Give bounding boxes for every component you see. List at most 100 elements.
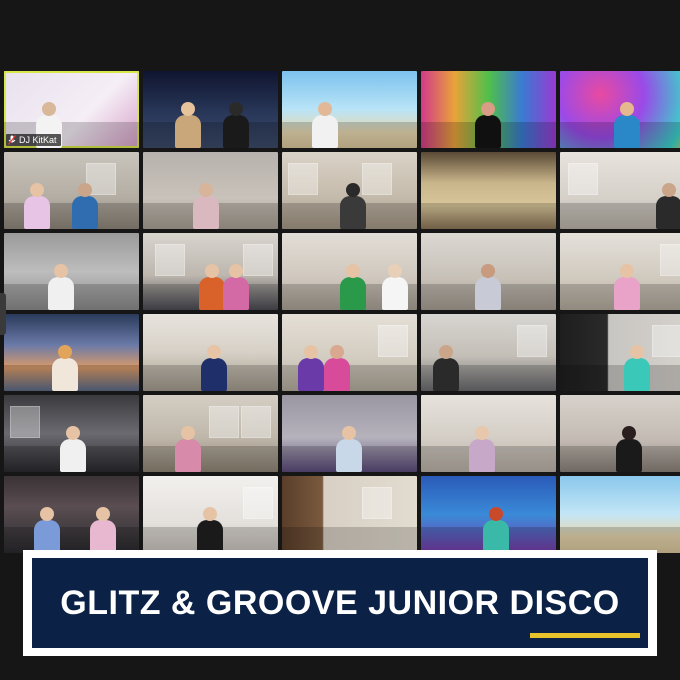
grey-curtains-dancer-tile[interactable]	[4, 233, 139, 310]
room-window	[209, 405, 239, 439]
participant-figure	[199, 345, 229, 391]
participant-body	[60, 439, 86, 472]
participant-body	[52, 358, 78, 391]
green-shirt-and-sunglasses-tile[interactable]	[282, 233, 417, 310]
participant-body	[201, 358, 227, 391]
toddler-couch-tile[interactable]	[143, 314, 278, 391]
study-room-girl-tile[interactable]	[4, 395, 139, 472]
participant-head	[66, 426, 80, 440]
beach-background-boy-tile[interactable]	[282, 71, 417, 148]
room-window	[378, 324, 408, 358]
open-plan-kitchen-tile[interactable]	[421, 314, 556, 391]
participant-head	[475, 426, 489, 440]
participant-name: DJ KitKat	[19, 135, 57, 145]
girl-pink-dress-living-room-tile[interactable]	[4, 152, 139, 229]
participant-head	[205, 264, 219, 278]
participant-figure	[338, 264, 368, 310]
participant-body	[483, 520, 509, 553]
participant-body	[433, 358, 459, 391]
sequin-background-yellow-hat-tile[interactable]	[560, 71, 680, 148]
participant-head	[304, 345, 318, 359]
beach-background-tile[interactable]	[560, 476, 680, 553]
mouse-ears-dancer-tile[interactable]	[421, 233, 556, 310]
participant-figure	[654, 183, 680, 229]
participant-figure	[612, 102, 642, 148]
participant-body	[340, 277, 366, 310]
participant-figure	[221, 102, 251, 148]
participant-body	[475, 277, 501, 310]
room-floor	[143, 121, 278, 148]
participant-head	[181, 426, 195, 440]
lounge-two-kids-tile[interactable]	[143, 233, 278, 310]
participant-body	[469, 439, 495, 472]
room-floor	[143, 445, 278, 472]
blurred-dancer-tile[interactable]	[143, 152, 278, 229]
participant-head	[42, 102, 56, 116]
castle-bedroom-girl-tile[interactable]	[421, 395, 556, 472]
hallway-dancer-tile[interactable]	[282, 152, 417, 229]
participant-body	[614, 277, 640, 310]
disco-ball-pink-hat-tile[interactable]	[421, 71, 556, 148]
grey-room-girl-tile[interactable]	[282, 395, 417, 472]
tie-dye-dancers-tile[interactable]	[282, 314, 417, 391]
room-window	[155, 243, 185, 277]
room-window	[568, 162, 598, 196]
participant-body	[193, 196, 219, 229]
kitchen-empty-tile[interactable]	[560, 152, 680, 229]
participant-figure	[173, 102, 203, 148]
participant-body	[175, 439, 201, 472]
participant-figure	[322, 345, 352, 391]
room-window	[241, 405, 271, 439]
participant-figure	[70, 183, 100, 229]
despicable-me-background-tile[interactable]	[143, 71, 278, 148]
participant-head	[58, 345, 72, 359]
dark-corner-dancer-tile[interactable]	[560, 314, 680, 391]
girl-sunglasses-pink-top-tile[interactable]	[560, 233, 680, 310]
participant-body	[324, 358, 350, 391]
close-up-girl-tile[interactable]	[560, 395, 680, 472]
dining-room-dancer-tile[interactable]	[143, 395, 278, 472]
participant-head	[54, 264, 68, 278]
host-dj-kitkat-tile[interactable]: DJ KitKat	[4, 71, 139, 148]
participant-figure	[338, 183, 368, 229]
pig-ears-filter-tile[interactable]	[143, 476, 278, 553]
participant-body	[197, 520, 223, 553]
side-panel-handle[interactable]	[0, 293, 6, 335]
participant-figure	[612, 264, 642, 310]
participant-body	[312, 115, 338, 148]
participant-body	[624, 358, 650, 391]
participant-head	[489, 507, 503, 521]
banner-navy-panel: GLITZ & GROOVE JUNIOR DISCO	[32, 558, 648, 648]
participant-head	[622, 426, 636, 440]
participant-head	[439, 345, 453, 359]
participant-head	[78, 183, 92, 197]
lion-filter-sunset-tile[interactable]	[4, 314, 139, 391]
participant-body	[616, 439, 642, 472]
participant-head	[662, 183, 676, 197]
tinsel-curtain-tile[interactable]	[421, 152, 556, 229]
room-floor	[282, 121, 417, 148]
participant-head	[229, 264, 243, 278]
fairy-lights-dancers-tile[interactable]	[4, 476, 139, 553]
event-title-banner: GLITZ & GROOVE JUNIOR DISCO	[23, 550, 657, 656]
little-mermaid-background-tile[interactable]	[421, 476, 556, 553]
participant-head	[96, 507, 110, 521]
participant-figure	[88, 507, 118, 553]
participant-body	[175, 115, 201, 148]
bookshelf-room-tile[interactable]	[282, 476, 417, 553]
banner-title: GLITZ & GROOVE JUNIOR DISCO	[60, 583, 620, 622]
participant-head	[481, 264, 495, 278]
participant-figure	[191, 183, 221, 229]
participant-figure	[22, 183, 52, 229]
participant-body	[336, 439, 362, 472]
participant-name-tag: DJ KitKat	[6, 134, 61, 146]
participant-figure	[380, 264, 410, 310]
participant-body	[382, 277, 408, 310]
participant-body	[34, 520, 60, 553]
participant-figure	[334, 426, 364, 472]
participant-figure	[50, 345, 80, 391]
participant-figure	[614, 426, 644, 472]
participant-head	[342, 426, 356, 440]
room-window	[288, 162, 318, 196]
participant-head	[481, 102, 495, 116]
